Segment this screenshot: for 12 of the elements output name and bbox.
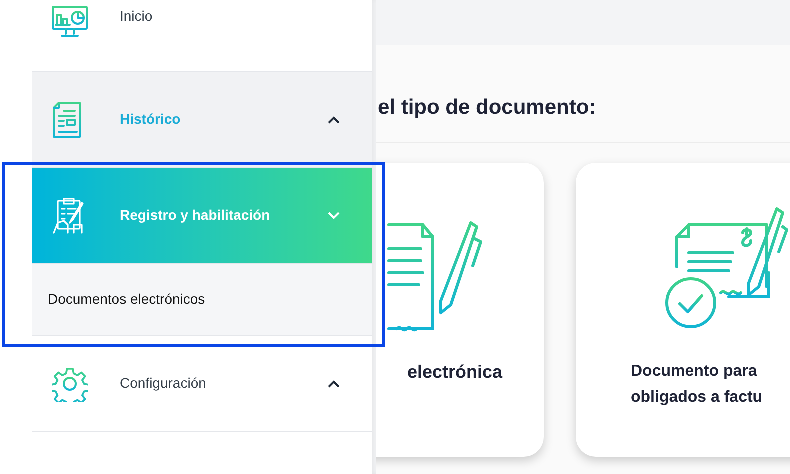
document-type-card[interactable]: electrónica <box>376 162 544 456</box>
card-title: electrónica <box>407 360 503 384</box>
section-heading: el tipo de documento: <box>378 95 598 121</box>
caret-icon <box>328 380 340 388</box>
caret-icon <box>328 212 340 220</box>
document-type-card[interactable]: Documento para obligados a factu <box>576 162 790 456</box>
monitor-chart-icon <box>52 6 88 38</box>
card-title: Documento para obligados a factu <box>631 362 763 408</box>
submenu-item[interactable]: Documentos electrónicos <box>32 264 372 336</box>
document-list-icon <box>52 102 82 138</box>
gear-icon <box>52 366 88 402</box>
caret-icon <box>328 116 340 124</box>
